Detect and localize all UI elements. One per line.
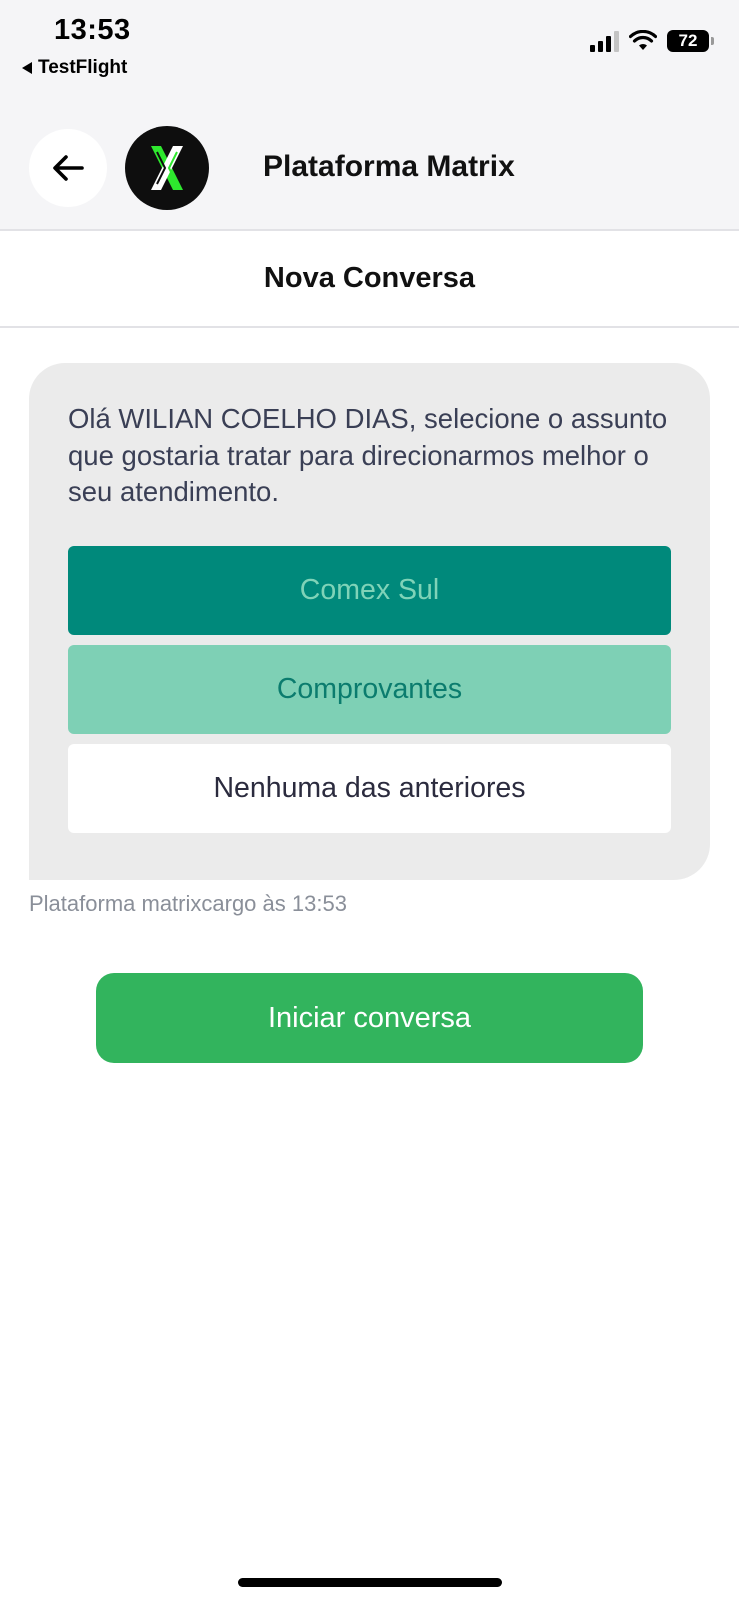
wifi-icon xyxy=(629,30,657,50)
status-icons: 72 xyxy=(590,30,714,52)
status-time: 13:53 xyxy=(54,14,131,46)
message-bubble: Olá WILIAN COELHO DIAS, selecione o assu… xyxy=(29,363,710,880)
option-comprovantes-button[interactable]: Comprovantes xyxy=(68,645,671,734)
avatar xyxy=(125,126,209,210)
arrow-left-icon xyxy=(53,155,84,181)
back-triangle-icon xyxy=(22,62,32,74)
battery-icon: 72 xyxy=(667,30,714,52)
home-indicator[interactable] xyxy=(238,1578,502,1587)
app-screen: 13:53 TestFlight 72 Plataforma Matrix No… xyxy=(0,0,739,1600)
top-bar: 13:53 TestFlight 72 Plataforma Matrix xyxy=(0,0,739,231)
start-conversation-button[interactable]: Iniciar conversa xyxy=(96,973,643,1063)
message-timestamp: Plataforma matrixcargo às 13:53 xyxy=(29,891,347,916)
option-comex-sul-button[interactable]: Comex Sul xyxy=(68,546,671,635)
back-to-app-link[interactable]: TestFlight xyxy=(22,57,127,79)
conversation-title: Nova Conversa xyxy=(263,262,476,294)
matrix-x-logo-icon xyxy=(151,146,183,190)
back-button[interactable] xyxy=(29,129,107,207)
battery-level: 72 xyxy=(678,31,698,50)
chat-title: Plataforma Matrix xyxy=(263,150,515,183)
option-nenhuma-button[interactable]: Nenhuma das anteriores xyxy=(68,744,671,833)
message-text: Olá WILIAN COELHO DIAS, selecione o assu… xyxy=(68,403,668,507)
back-app-label: TestFlight xyxy=(38,57,128,78)
subheader: Nova Conversa xyxy=(0,231,739,328)
cellular-signal-icon xyxy=(590,30,619,52)
